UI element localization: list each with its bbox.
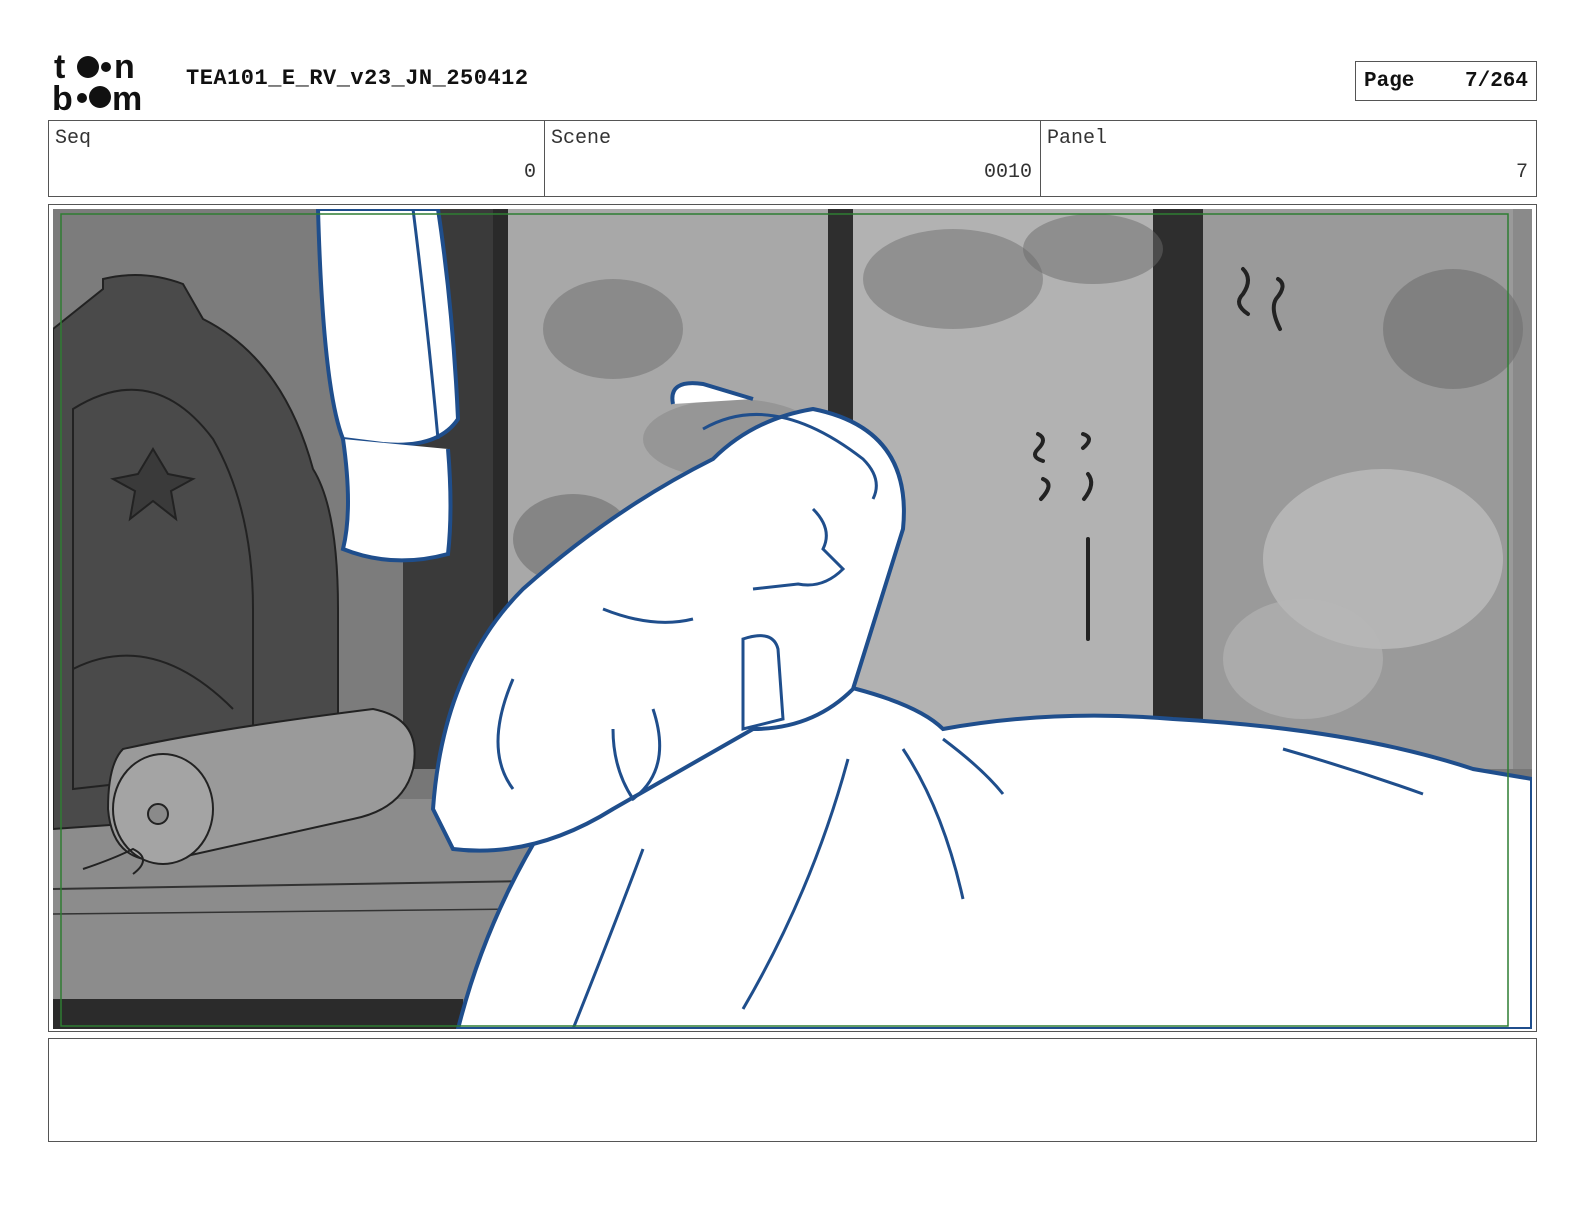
panel-notes[interactable] — [48, 1038, 1537, 1142]
scene-value: 0010 — [983, 161, 1032, 184]
scene-cell: Scene 0010 — [545, 121, 1041, 196]
page-label: Page — [1364, 69, 1415, 93]
page-indicator: Page 7/264 — [1355, 61, 1537, 101]
seq-cell: Seq 0 — [49, 121, 545, 196]
toon-boom-logo: t n b m — [52, 48, 164, 118]
svg-text:b: b — [52, 80, 73, 112]
seq-label: Seq — [55, 127, 92, 150]
panel-cell: Panel 7 — [1041, 121, 1536, 196]
storyboard-panel — [48, 204, 1537, 1032]
seq-value: 0 — [523, 161, 536, 184]
scene-label: Scene — [551, 127, 612, 150]
svg-text:m: m — [112, 80, 142, 112]
panel-artwork — [53, 209, 1532, 1029]
shot-info-row: Seq 0 Scene 0010 Panel 7 — [48, 120, 1537, 197]
panel-value: 7 — [1515, 161, 1528, 184]
document-title: TEA101_E_RV_v23_JN_250412 — [186, 66, 529, 91]
panel-label: Panel — [1047, 127, 1108, 150]
page-number: 7/264 — [1464, 69, 1528, 93]
hanging-cloth — [315, 209, 461, 447]
character-hand — [741, 634, 785, 731]
